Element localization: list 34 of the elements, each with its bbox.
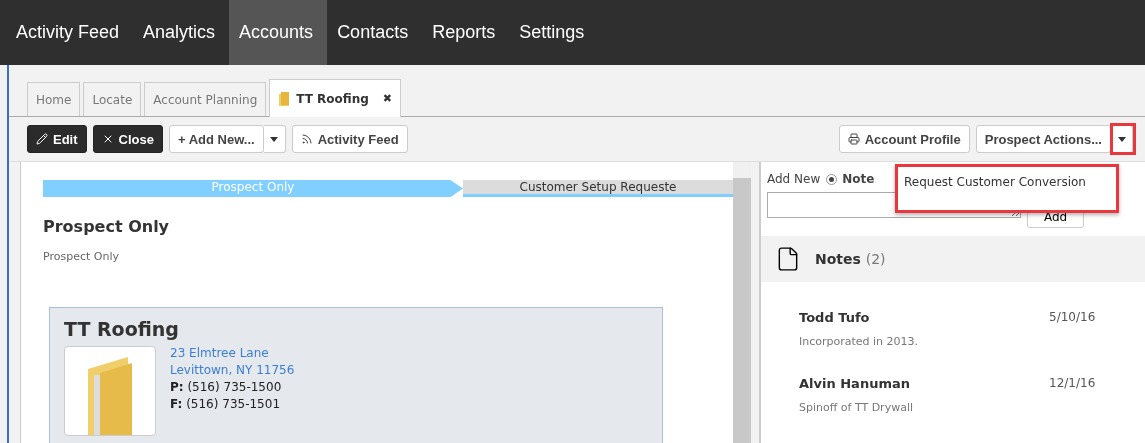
note-date: 12/1/16 <box>1049 376 1097 391</box>
nav-item[interactable]: Analytics <box>133 0 230 65</box>
stage-step: Prospect Only <box>43 180 463 197</box>
nav-item[interactable]: Contacts <box>327 0 423 65</box>
phone-number: P: (516) 735-1500 <box>170 380 283 394</box>
toolbar-button[interactable]: Prospect Actions... <box>975 125 1111 153</box>
toolbar-button[interactable]: Close <box>92 125 163 153</box>
toolbar-button[interactable]: + Add New... <box>168 125 264 153</box>
add-new-label: Add New <box>767 172 821 186</box>
phone-number: F: (516) 735-1501 <box>170 397 281 411</box>
account-name: TT Roofing <box>64 318 180 340</box>
nav-item[interactable]: Reports <box>422 0 510 65</box>
note-text: Incorporated in 2013. <box>799 335 920 348</box>
close-icon[interactable]: ✖ <box>382 92 393 105</box>
note-author: Todd Tufo <box>799 310 871 325</box>
menu-item[interactable]: Request Customer Conversion <box>904 175 1110 189</box>
tab[interactable]: TT Roofing ✖ <box>269 79 402 117</box>
toolbar-button[interactable]: Activity Feed <box>291 125 408 153</box>
note-text: Spinoff of TT Drywall <box>799 401 914 414</box>
tab[interactable]: Account Planning <box>144 82 267 116</box>
status-subtitle: Prospect Only <box>43 250 120 263</box>
tab[interactable]: Locate <box>83 82 142 116</box>
nav-item[interactable]: Settings <box>509 0 599 65</box>
note-author: Alvin Hanuman <box>799 376 911 391</box>
notes-title: Notes (2) <box>815 251 886 267</box>
tab[interactable]: Home <box>27 82 81 116</box>
toolbar-button[interactable]: Account Profile <box>838 125 970 153</box>
toolbar-button[interactable]: Edit <box>27 125 87 153</box>
radio-label: Note <box>842 172 875 186</box>
note-date: 5/10/16 <box>1049 310 1097 325</box>
status-title: Prospect Only <box>43 217 171 236</box>
stage-step: Customer Setup Requeste <box>463 180 733 197</box>
nav-item[interactable]: Accounts <box>229 0 328 65</box>
nav-item[interactable]: Activity Feed <box>6 0 134 65</box>
